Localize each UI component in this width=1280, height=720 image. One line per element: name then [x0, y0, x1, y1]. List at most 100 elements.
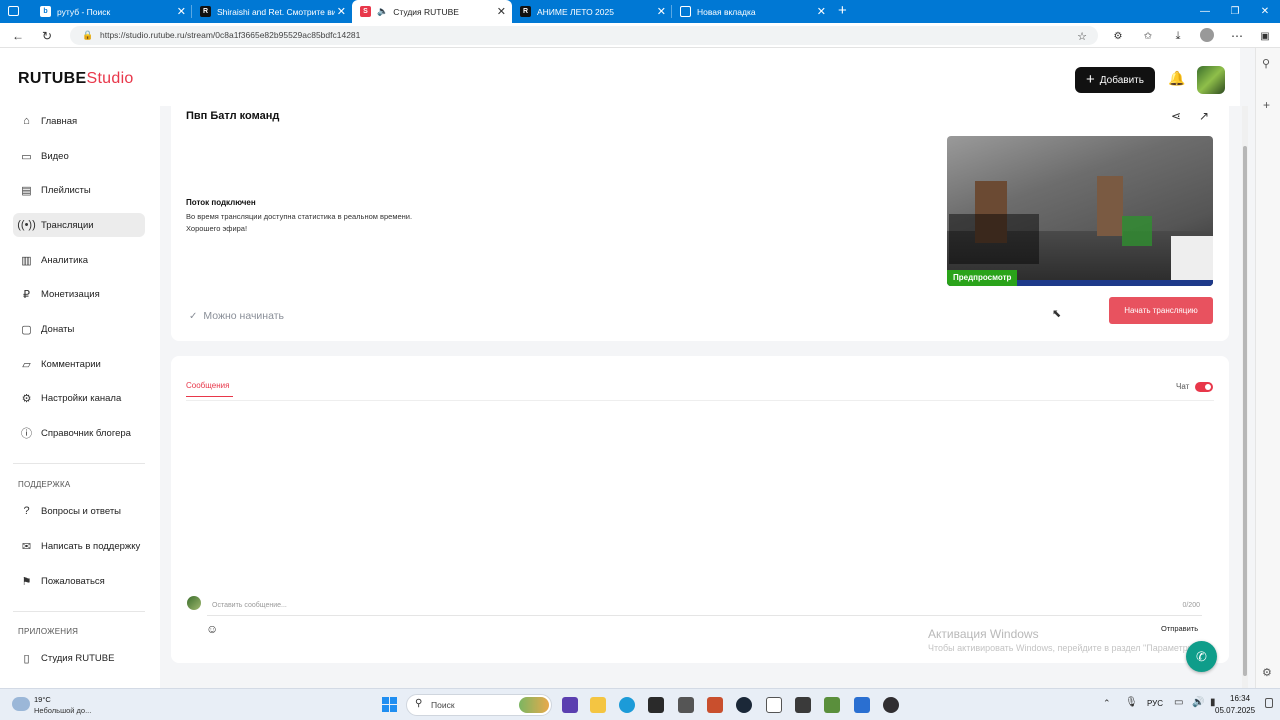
microphone-icon[interactable]: 🎙: [1125, 697, 1138, 708]
rutube-favicon-icon: R: [200, 6, 211, 17]
tab-messages[interactable]: Сообщения: [186, 381, 233, 397]
tab-title: Shiraishi and Ret. Смотрите вид: [217, 6, 335, 17]
stream-preview[interactable]: Предпросмотр: [947, 136, 1213, 286]
settings-icon[interactable]: ⚙: [1262, 666, 1272, 679]
phone-icon: ▯: [23, 652, 30, 665]
language-indicator[interactable]: РУС: [1147, 699, 1163, 708]
browser-tab[interactable]: R Shiraishi and Ret. Смотрите вид ✕: [192, 0, 352, 23]
clock-time[interactable]: 16:34: [1230, 694, 1250, 703]
sidebar-item-blogger-guide[interactable]: ⓘ Справочник блогера: [13, 421, 145, 445]
start-icon[interactable]: [382, 697, 397, 712]
sidebar-item-analytics[interactable]: ▥ Аналитика: [13, 248, 145, 272]
taskbar-search[interactable]: ⚲ Поиск: [406, 694, 552, 716]
avatar[interactable]: [1197, 66, 1225, 94]
sidebar-item-studio-app[interactable]: ▯ Студия RUTUBE: [13, 646, 145, 670]
back-icon[interactable]: ←: [10, 28, 26, 44]
game-icon[interactable]: [707, 697, 723, 713]
add-sidebar-app-icon[interactable]: +: [1263, 98, 1270, 112]
favorite-star-icon[interactable]: ☆: [1074, 28, 1090, 44]
new-tab-button[interactable]: +: [838, 2, 847, 19]
sidebar-item-contact-support[interactable]: ✉ Написать в поддержку: [13, 534, 145, 558]
obs-icon[interactable]: [883, 697, 899, 713]
more-menu-icon[interactable]: ⋯: [1229, 28, 1245, 44]
volume-icon[interactable]: 🔊: [1192, 697, 1204, 708]
close-window-icon[interactable]: ✕: [1250, 0, 1280, 23]
sidebar-item-label: Монетизация: [41, 288, 100, 300]
maximize-icon[interactable]: ❐: [1220, 0, 1250, 23]
sidebar-item-label: Написать в поддержку: [41, 540, 141, 552]
flag-icon: ⚑: [21, 575, 32, 588]
browser-sidebar: ⚲ + ⚙: [1255, 48, 1280, 688]
sidebar-item-playlists[interactable]: ▤ Плейлисты: [13, 178, 145, 202]
preview-badge: Предпросмотр: [947, 270, 1018, 286]
edge-browser-icon[interactable]: [619, 697, 635, 713]
emoji-icon[interactable]: ☺: [206, 622, 218, 636]
app-icon[interactable]: [678, 697, 694, 713]
sidebar-item-report[interactable]: ⚑ Пожаловаться: [13, 569, 145, 593]
app-icon[interactable]: [854, 697, 870, 713]
downloads-icon[interactable]: ⤓: [1170, 28, 1186, 44]
sidebar-item-monetization[interactable]: ₽ Монетизация: [13, 282, 145, 306]
rutube-studio-logo[interactable]: RUTUBEStudio: [18, 70, 134, 88]
extensions-icon[interactable]: ⚙: [1110, 28, 1126, 44]
add-button[interactable]: + Добавить: [1075, 67, 1155, 93]
message-input[interactable]: Оставить сообщение... 0/200: [207, 596, 1202, 616]
weather-desc: Небольшой до...: [34, 706, 92, 715]
taskview-icon[interactable]: [562, 697, 578, 713]
clock-date[interactable]: 05.07.2025: [1215, 706, 1255, 715]
document-icon[interactable]: [766, 697, 782, 713]
browser-tab[interactable]: R АНИМЕ ЛЕТО 2025 ✕: [512, 0, 672, 23]
profile-icon[interactable]: [1200, 28, 1214, 42]
activation-watermark-text: Чтобы активировать Windows, перейдите в …: [928, 643, 1200, 653]
sidebar-item-broadcasts[interactable]: ((•)) Трансляции: [13, 213, 145, 237]
sidebar-toggle-icon[interactable]: ▣: [1257, 28, 1273, 44]
favorites-icon[interactable]: ✩: [1140, 28, 1156, 44]
stream-status-line: Хорошего эфира!: [186, 224, 248, 233]
close-tab-icon[interactable]: ✕: [497, 5, 506, 18]
reload-icon[interactable]: ↻: [39, 28, 55, 44]
notification-icon[interactable]: [1265, 698, 1273, 708]
browser-tab[interactable]: b рутуб - Поиск ✕: [32, 0, 192, 23]
mail-icon: ✉: [21, 540, 32, 553]
close-tab-icon[interactable]: ✕: [657, 5, 666, 18]
sidebar-item-comments[interactable]: ▱ Комментарии: [13, 352, 145, 376]
sidebar-item-donations[interactable]: ▢ Донаты: [13, 317, 145, 341]
weather-icon[interactable]: [12, 697, 30, 711]
sidebar-item-home[interactable]: ⌂ Главная: [13, 109, 145, 133]
close-tab-icon[interactable]: ✕: [337, 5, 346, 18]
steam-icon[interactable]: [736, 697, 752, 713]
external-link-icon[interactable]: ↗: [1199, 109, 1209, 123]
close-tab-icon[interactable]: ✕: [177, 5, 186, 18]
address-bar[interactable]: 🔒 https://studio.rutube.ru/stream/0c8a1f…: [70, 26, 1098, 45]
search-icon: ⚲: [415, 698, 423, 709]
sidebar-item-channel-settings[interactable]: ⚙ Настройки канала: [13, 386, 145, 410]
send-button[interactable]: Отправить: [1161, 624, 1198, 633]
calculator-icon[interactable]: [648, 697, 664, 713]
app-icon[interactable]: [795, 697, 811, 713]
minimize-icon[interactable]: —: [1190, 0, 1220, 23]
search-highlight-icon: [519, 697, 549, 713]
start-stream-button[interactable]: Начать трансляцию: [1109, 297, 1213, 324]
search-icon[interactable]: ⚲: [1262, 57, 1270, 70]
weather-temp: 19°C: [34, 695, 51, 704]
stream-status-title: Поток подключен: [186, 198, 256, 207]
question-icon: ?: [23, 505, 30, 517]
apps-section-title: ПРИЛОЖЕНИЯ: [18, 627, 79, 636]
file-explorer-icon[interactable]: [590, 697, 606, 713]
sidebar-item-faq[interactable]: ? Вопросы и ответы: [13, 499, 145, 523]
scrollbar-thumb[interactable]: [1243, 146, 1247, 676]
stream-title: Пвп Батл команд: [186, 110, 280, 122]
browser-tab-active[interactable]: S 🔈 Студия RUTUBE ✕: [352, 0, 512, 23]
sidebar-item-video[interactable]: ▭ Видео: [13, 144, 145, 168]
tray-chevron-icon[interactable]: ⌃: [1103, 698, 1111, 709]
close-tab-icon[interactable]: ✕: [817, 5, 826, 18]
chat-toggle[interactable]: [1195, 382, 1213, 392]
minecraft-icon[interactable]: [824, 697, 840, 713]
page-scrollbar[interactable]: [1242, 106, 1248, 688]
share-icon[interactable]: ⋖: [1171, 109, 1181, 123]
tab-actions-icon[interactable]: [8, 6, 19, 16]
support-chat-button[interactable]: ✆: [1186, 641, 1217, 672]
browser-tab[interactable]: Новая вкладка ✕: [672, 0, 832, 23]
bell-icon[interactable]: 🔔: [1168, 70, 1186, 88]
network-icon[interactable]: ▭: [1174, 697, 1183, 708]
